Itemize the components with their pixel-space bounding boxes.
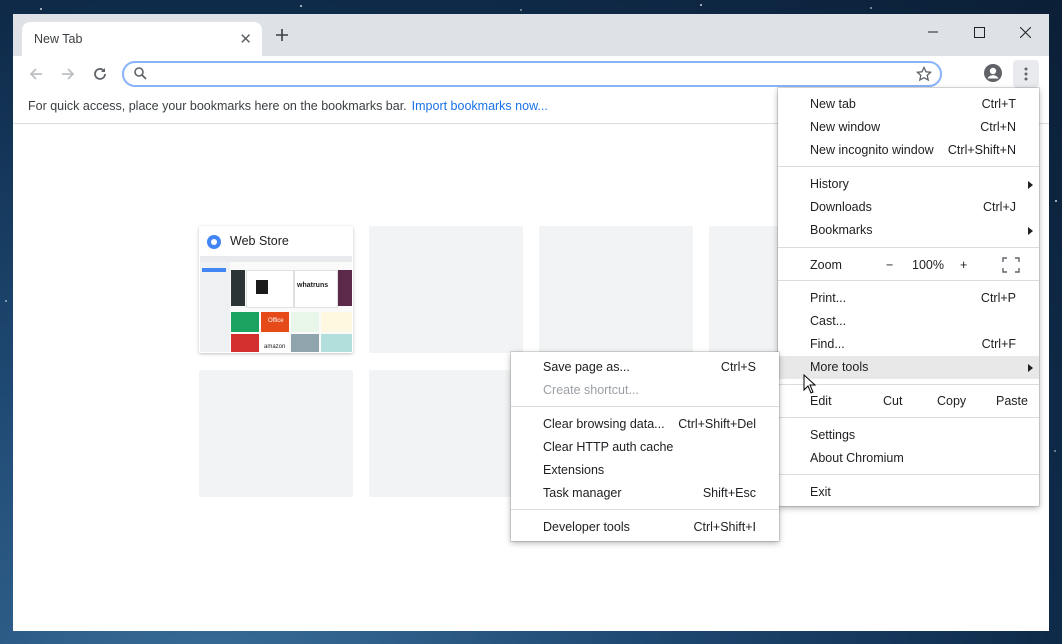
menu-item-find[interactable]: Find... Ctrl+F bbox=[778, 333, 1039, 356]
tile-empty bbox=[369, 370, 523, 497]
profile-avatar-icon[interactable] bbox=[983, 63, 1003, 83]
amazon-text: amazon bbox=[264, 344, 286, 350]
reload-button[interactable] bbox=[86, 56, 114, 92]
menu-item-edit: Edit Cut Copy Paste bbox=[810, 394, 1028, 408]
menu-item-downloads[interactable]: Downloads Ctrl+J bbox=[778, 196, 1039, 219]
import-bookmarks-link[interactable]: Import bookmarks now... bbox=[412, 99, 548, 113]
zoom-level: 100% bbox=[912, 258, 944, 272]
submenu-item-extensions[interactable]: Extensions bbox=[511, 459, 779, 482]
copy-button[interactable]: Copy bbox=[937, 394, 966, 408]
forward-arrow-icon bbox=[62, 68, 75, 80]
close-icon bbox=[1019, 26, 1031, 38]
tile-web-store[interactable]: Web Store whatruns Office amazon bbox=[199, 226, 353, 353]
menu-item-new-tab[interactable]: New tab Ctrl+T bbox=[778, 93, 1039, 116]
menu-item-exit[interactable]: Exit bbox=[778, 481, 1039, 504]
submenu-item-save-page[interactable]: Save page as... Ctrl+S bbox=[511, 356, 779, 379]
menu-item-bookmarks[interactable]: Bookmarks bbox=[778, 219, 1039, 242]
submenu-item-create-shortcut: Create shortcut... bbox=[543, 383, 639, 397]
minimize-icon bbox=[928, 31, 938, 33]
menu-separator bbox=[511, 509, 779, 510]
menu-item-zoom: Zoom − 100% + bbox=[778, 254, 1039, 276]
new-tab-button[interactable] bbox=[275, 26, 289, 46]
menu-item-new-incognito[interactable]: New incognito window Ctrl+Shift+N bbox=[778, 139, 1039, 162]
toolbar bbox=[13, 56, 1049, 92]
tab-title: New Tab bbox=[34, 32, 83, 46]
menu-separator bbox=[778, 384, 1039, 385]
cut-button[interactable]: Cut bbox=[883, 394, 902, 408]
paste-button[interactable]: Paste bbox=[996, 394, 1028, 408]
submenu-item-developer-tools[interactable]: Developer tools Ctrl+Shift+I bbox=[511, 516, 779, 539]
fullscreen-icon[interactable] bbox=[1002, 257, 1020, 273]
menu-item-print[interactable]: Print... Ctrl+P bbox=[778, 287, 1039, 310]
tile-empty bbox=[369, 226, 523, 353]
main-menu: New tab Ctrl+T New window Ctrl+N New inc… bbox=[778, 88, 1039, 506]
zoom-in-button[interactable]: + bbox=[960, 258, 967, 272]
menu-item-more-tools[interactable]: More tools bbox=[778, 356, 1039, 379]
close-tab-icon[interactable]: ✕ bbox=[239, 30, 252, 48]
menu-separator bbox=[778, 166, 1039, 167]
tile-empty bbox=[539, 226, 693, 353]
menu-item-cast[interactable]: Cast... bbox=[778, 310, 1039, 333]
minimize-button[interactable] bbox=[913, 19, 953, 45]
back-button[interactable] bbox=[22, 56, 50, 92]
submenu-item-task-manager[interactable]: Task manager Shift+Esc bbox=[511, 482, 779, 505]
bookmark-star-icon[interactable] bbox=[916, 66, 932, 82]
plus-icon bbox=[276, 29, 288, 41]
whatruns-text: whatruns bbox=[297, 282, 329, 289]
tab-new-tab[interactable]: New Tab ✕ bbox=[22, 22, 262, 56]
search-icon bbox=[134, 67, 147, 80]
web-store-icon bbox=[207, 235, 221, 249]
forward-button[interactable] bbox=[54, 56, 82, 92]
menu-separator bbox=[778, 417, 1039, 418]
menu-item-new-window[interactable]: New window Ctrl+N bbox=[778, 116, 1039, 139]
more-tools-submenu: Save page as... Ctrl+S Create shortcut..… bbox=[511, 352, 779, 541]
submenu-item-clear-http-auth[interactable]: Clear HTTP auth cache bbox=[511, 436, 779, 459]
submenu-arrow-icon bbox=[1028, 181, 1033, 189]
back-arrow-icon bbox=[29, 68, 42, 80]
maximize-button[interactable] bbox=[959, 19, 999, 45]
menu-item-settings[interactable]: Settings bbox=[778, 424, 1039, 447]
submenu-item-clear-browsing-data[interactable]: Clear browsing data... Ctrl+Shift+Del bbox=[511, 413, 779, 436]
close-window-button[interactable] bbox=[1005, 19, 1045, 45]
title-bar: New Tab ✕ bbox=[13, 14, 1049, 56]
menu-separator bbox=[511, 406, 779, 407]
menu-separator bbox=[778, 247, 1039, 248]
office-text: Office bbox=[268, 318, 284, 324]
menu-separator bbox=[778, 280, 1039, 281]
main-menu-button[interactable] bbox=[1013, 60, 1039, 88]
kebab-menu-icon bbox=[1024, 67, 1028, 81]
bookmarks-bar-message: For quick access, place your bookmarks h… bbox=[28, 99, 407, 113]
menu-separator bbox=[778, 474, 1039, 475]
web-store-thumbnail: whatruns Office amazon bbox=[200, 256, 352, 352]
submenu-arrow-icon bbox=[1028, 364, 1033, 372]
tile-title: Web Store bbox=[230, 234, 289, 248]
mouse-cursor-icon bbox=[803, 374, 817, 394]
tile-empty bbox=[199, 370, 353, 497]
menu-item-history[interactable]: History bbox=[778, 173, 1039, 196]
submenu-arrow-icon bbox=[1028, 227, 1033, 235]
menu-item-about[interactable]: About Chromium bbox=[778, 447, 1039, 470]
address-bar[interactable] bbox=[122, 61, 942, 87]
zoom-out-button[interactable]: − bbox=[886, 258, 893, 272]
reload-icon bbox=[94, 68, 106, 80]
maximize-icon bbox=[973, 26, 985, 38]
